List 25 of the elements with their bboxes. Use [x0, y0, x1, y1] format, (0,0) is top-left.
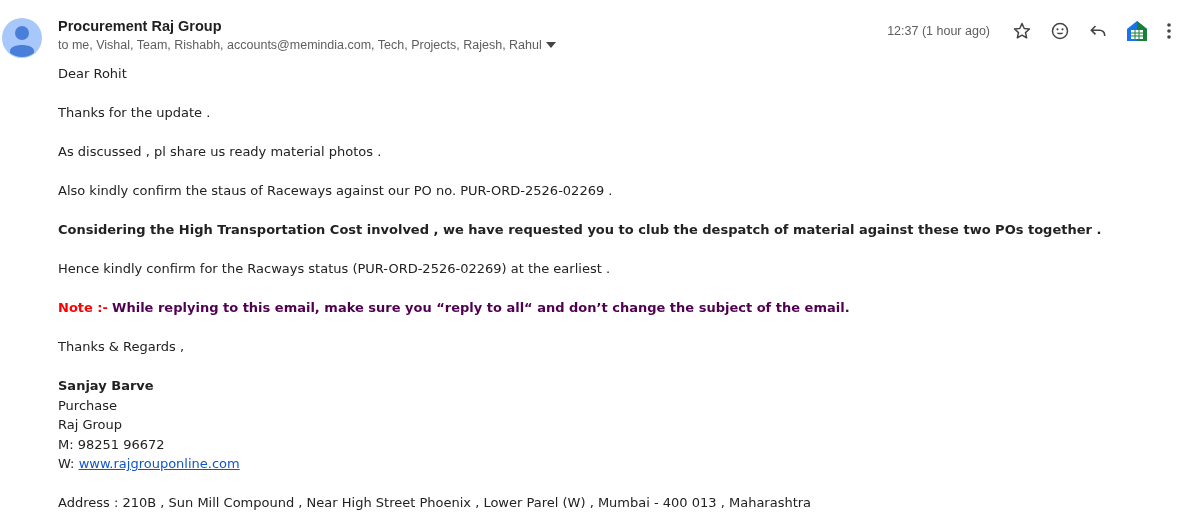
- caret-icon[interactable]: [545, 42, 556, 48]
- paragraph: Also kindly confirm the staus of Raceways against our PO no. PUR-ORD-2526-02269 .: [58, 182, 614, 200]
- web-label: W:: [58, 456, 75, 471]
- signature-line: Raj Group: [58, 416, 124, 434]
- note-text: While replying to this email, make sure you “reply to all“ and don’t change the subject of the email.: [112, 300, 850, 315]
- star-icon[interactable]: [1012, 21, 1032, 41]
- paragraph: As discussed , pl share us ready material photos .: [58, 143, 383, 161]
- paragraph: Dear Rohit: [58, 65, 128, 83]
- recipients: to me, Vishal, Team, Rishabh, accounts@memindia.com, Tech, Projects, Rajesh, Rahul: [58, 38, 542, 52]
- more-icon[interactable]: [1166, 22, 1172, 40]
- sender-name: Procurement Raj Group: [58, 18, 223, 34]
- signature-line: Purchase: [58, 396, 119, 415]
- website-link[interactable]: www.rajgrouponline.com: [78, 456, 240, 471]
- paragraph: Hence kindly confirm for the Racways status (PUR-ORD-2526-02269) at the earliest .: [58, 260, 612, 278]
- address: Address : 210B , Sun Mill Compound , Near High Street Phoenix , Lower Parel (W) , Mumbai - 400 013 , Maharashtra: [58, 494, 813, 512]
- avatar-icon: [2, 18, 42, 58]
- timestamp: 12:37 (1 hour ago): [887, 24, 990, 38]
- paragraph: Thanks for the update .: [58, 104, 212, 122]
- paragraph: Considering the High Transportation Cost involved , we have requested you to club the despatch of material against these two POs together .: [58, 221, 1103, 239]
- note-label: Note :-: [58, 300, 108, 315]
- emoji-icon[interactable]: [1050, 21, 1070, 41]
- paragraph: Thanks & Regards ,: [58, 338, 186, 356]
- signature-line: M: 98251 96672: [58, 435, 166, 454]
- spreadsheet-icon[interactable]: [1126, 20, 1148, 42]
- signature-name: Sanjay Barve: [58, 377, 155, 395]
